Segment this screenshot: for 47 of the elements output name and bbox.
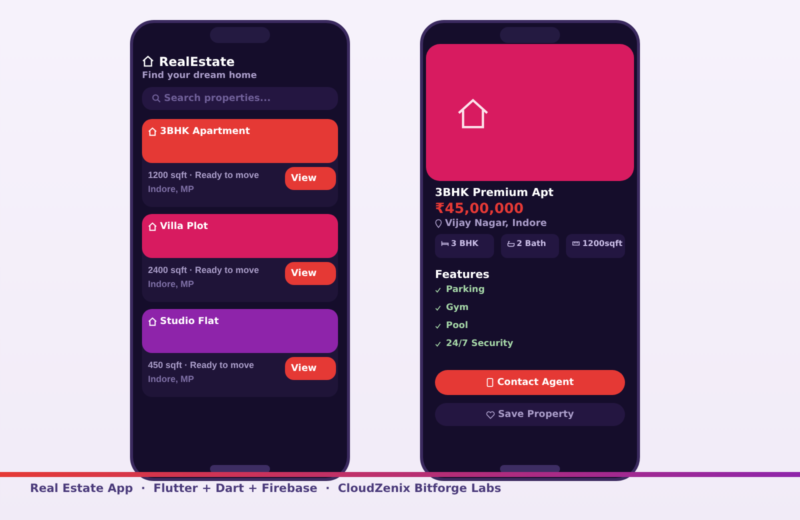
property-title: 3BHK Premium Apt [435, 186, 555, 199]
listing-details: 450 sqft · Ready to move [148, 360, 256, 370]
listing-details: 2400 sqft · Ready to move [148, 265, 260, 275]
listing-title: Studio Flat [160, 316, 219, 327]
check-icon [435, 341, 441, 347]
bathtub-icon [506, 240, 515, 247]
heart-icon [486, 410, 495, 418]
listing-location: Indore, MP [148, 374, 196, 384]
house-icon [148, 317, 157, 326]
features-heading: Features [435, 268, 490, 281]
contact-button[interactable]: Contact Agent [435, 370, 625, 395]
listing-card[interactable]: 3BHK Apartment 1200 sqft · Ready to move Indore, MP View [142, 119, 338, 207]
check-icon [435, 323, 441, 329]
listing-title: 3BHK Apartment [160, 126, 250, 137]
phone-icon [486, 378, 494, 387]
listing-location: Indore, MP [148, 184, 196, 194]
spec-chip: 2 Bath [500, 234, 560, 258]
house-icon [148, 127, 157, 136]
spec-chip: 3 BHK [435, 234, 494, 258]
feature-item: Parking [446, 285, 485, 295]
listing-title: Villa Plot [160, 221, 208, 232]
listing-details: 1200 sqft · Ready to move [148, 170, 260, 180]
save-button[interactable]: Save Property [435, 403, 625, 426]
feature-item: Pool [446, 321, 468, 331]
view-button[interactable]: View [285, 262, 336, 285]
house-icon [148, 222, 157, 231]
ruler-icon [572, 240, 580, 247]
app-subtitle: Find your dream home [142, 71, 258, 81]
property-price: ₹45,00,000 [435, 201, 525, 217]
house-icon [142, 55, 154, 67]
app-title: RealEstate [159, 54, 235, 68]
spec-chip: 1200sqft [566, 234, 626, 258]
view-button[interactable]: View [285, 357, 336, 380]
check-icon [435, 305, 441, 311]
check-icon [435, 287, 441, 293]
phone-notch [500, 27, 560, 43]
property-location: Vijay Nagar, Indore [445, 218, 547, 229]
listing-card[interactable]: Villa Plot 2400 sqft · Ready to move Indore, MP View [142, 214, 338, 302]
pin-icon [435, 219, 442, 228]
footer-caption: Real Estate App · Flutter + Dart + Firebase · CloudZenix Bitforge Labs [29, 480, 502, 495]
listing-card[interactable]: Studio Flat 450 sqft · Ready to move Indore, MP View [142, 309, 338, 397]
bed-icon [441, 240, 449, 247]
listing-location: Indore, MP [148, 279, 196, 289]
view-button[interactable]: View [285, 167, 336, 190]
search-field[interactable]: Search properties... [142, 87, 338, 110]
feature-item: Gym [446, 303, 469, 313]
feature-item: 24/7 Security [446, 339, 514, 349]
